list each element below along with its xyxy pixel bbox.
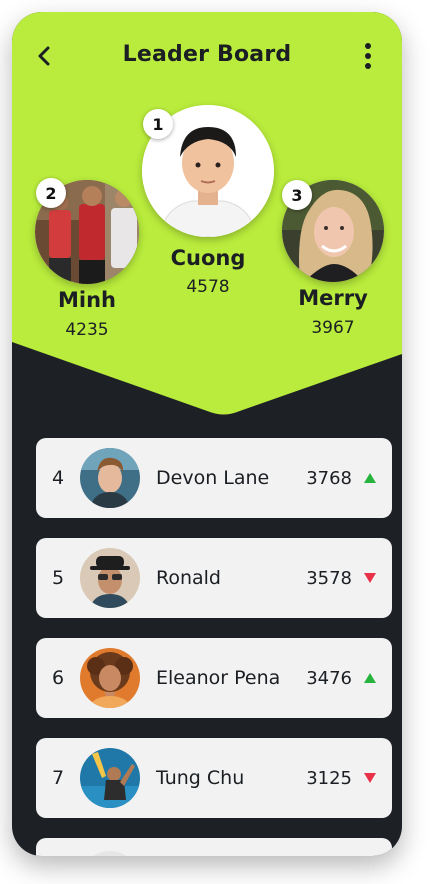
player-score: 3578	[306, 567, 352, 589]
avatar	[80, 851, 140, 856]
podium-score: 4578	[186, 277, 230, 297]
list-item[interactable]	[36, 838, 392, 856]
avatar	[80, 748, 140, 808]
more-options-button[interactable]	[356, 40, 380, 72]
list-item[interactable]: 5 Ronald 3578	[36, 538, 392, 618]
player-name: Tung Chu	[156, 767, 245, 789]
avatar	[80, 648, 140, 708]
more-vertical-icon	[365, 43, 371, 69]
player-name: Ronald	[156, 567, 221, 589]
up-arrow-icon	[364, 673, 376, 683]
podium-name: Merry	[298, 286, 368, 310]
avatar	[80, 548, 140, 608]
podium-second-place[interactable]: 2 Minh 4235	[34, 178, 140, 340]
page-title: Leader Board	[122, 42, 292, 67]
leaderboard-list: 4 Devon Lane 3768 5 Ronald 3578 6 Eleano…	[36, 438, 392, 856]
podium-score: 4235	[65, 320, 109, 340]
podium-name: Cuong	[170, 246, 246, 270]
list-item[interactable]: 6 Eleanor Pena 3476	[36, 638, 392, 718]
rank-number: 7	[51, 767, 65, 789]
trend-indicator	[362, 672, 378, 684]
rank-number: 4	[51, 467, 65, 489]
trend-indicator	[362, 572, 378, 584]
podium-first-place[interactable]: 1 Cuong 4578	[142, 105, 274, 297]
avatar	[80, 448, 140, 508]
podium-third-place[interactable]: 3 Merry 3967	[280, 180, 386, 338]
rank-number: 5	[51, 567, 65, 589]
podium-score: 3967	[311, 318, 355, 338]
list-item[interactable]: 7 Tung Chu 3125	[36, 738, 392, 818]
down-arrow-icon	[364, 773, 376, 783]
podium-name: Minh	[58, 288, 116, 312]
rank-badge: 2	[36, 178, 66, 208]
trend-indicator	[362, 772, 378, 784]
leaderboard-screen: Leader Board 1 Cuong 4578 2 Minh 4235 3 …	[12, 12, 402, 856]
player-score: 3125	[306, 767, 352, 789]
player-score: 3476	[306, 667, 352, 689]
player-name: Devon Lane	[156, 467, 270, 489]
rank-badge: 1	[143, 109, 173, 139]
player-name: Eleanor Pena	[156, 667, 281, 689]
up-arrow-icon	[364, 473, 376, 483]
podium-header: Leader Board 1 Cuong 4578 2 Minh 4235 3 …	[12, 12, 402, 422]
down-arrow-icon	[364, 573, 376, 583]
list-item[interactable]: 4 Devon Lane 3768	[36, 438, 392, 518]
trend-indicator	[362, 472, 378, 484]
rank-badge: 3	[282, 180, 312, 210]
player-score: 3768	[306, 467, 352, 489]
rank-number: 6	[51, 667, 65, 689]
